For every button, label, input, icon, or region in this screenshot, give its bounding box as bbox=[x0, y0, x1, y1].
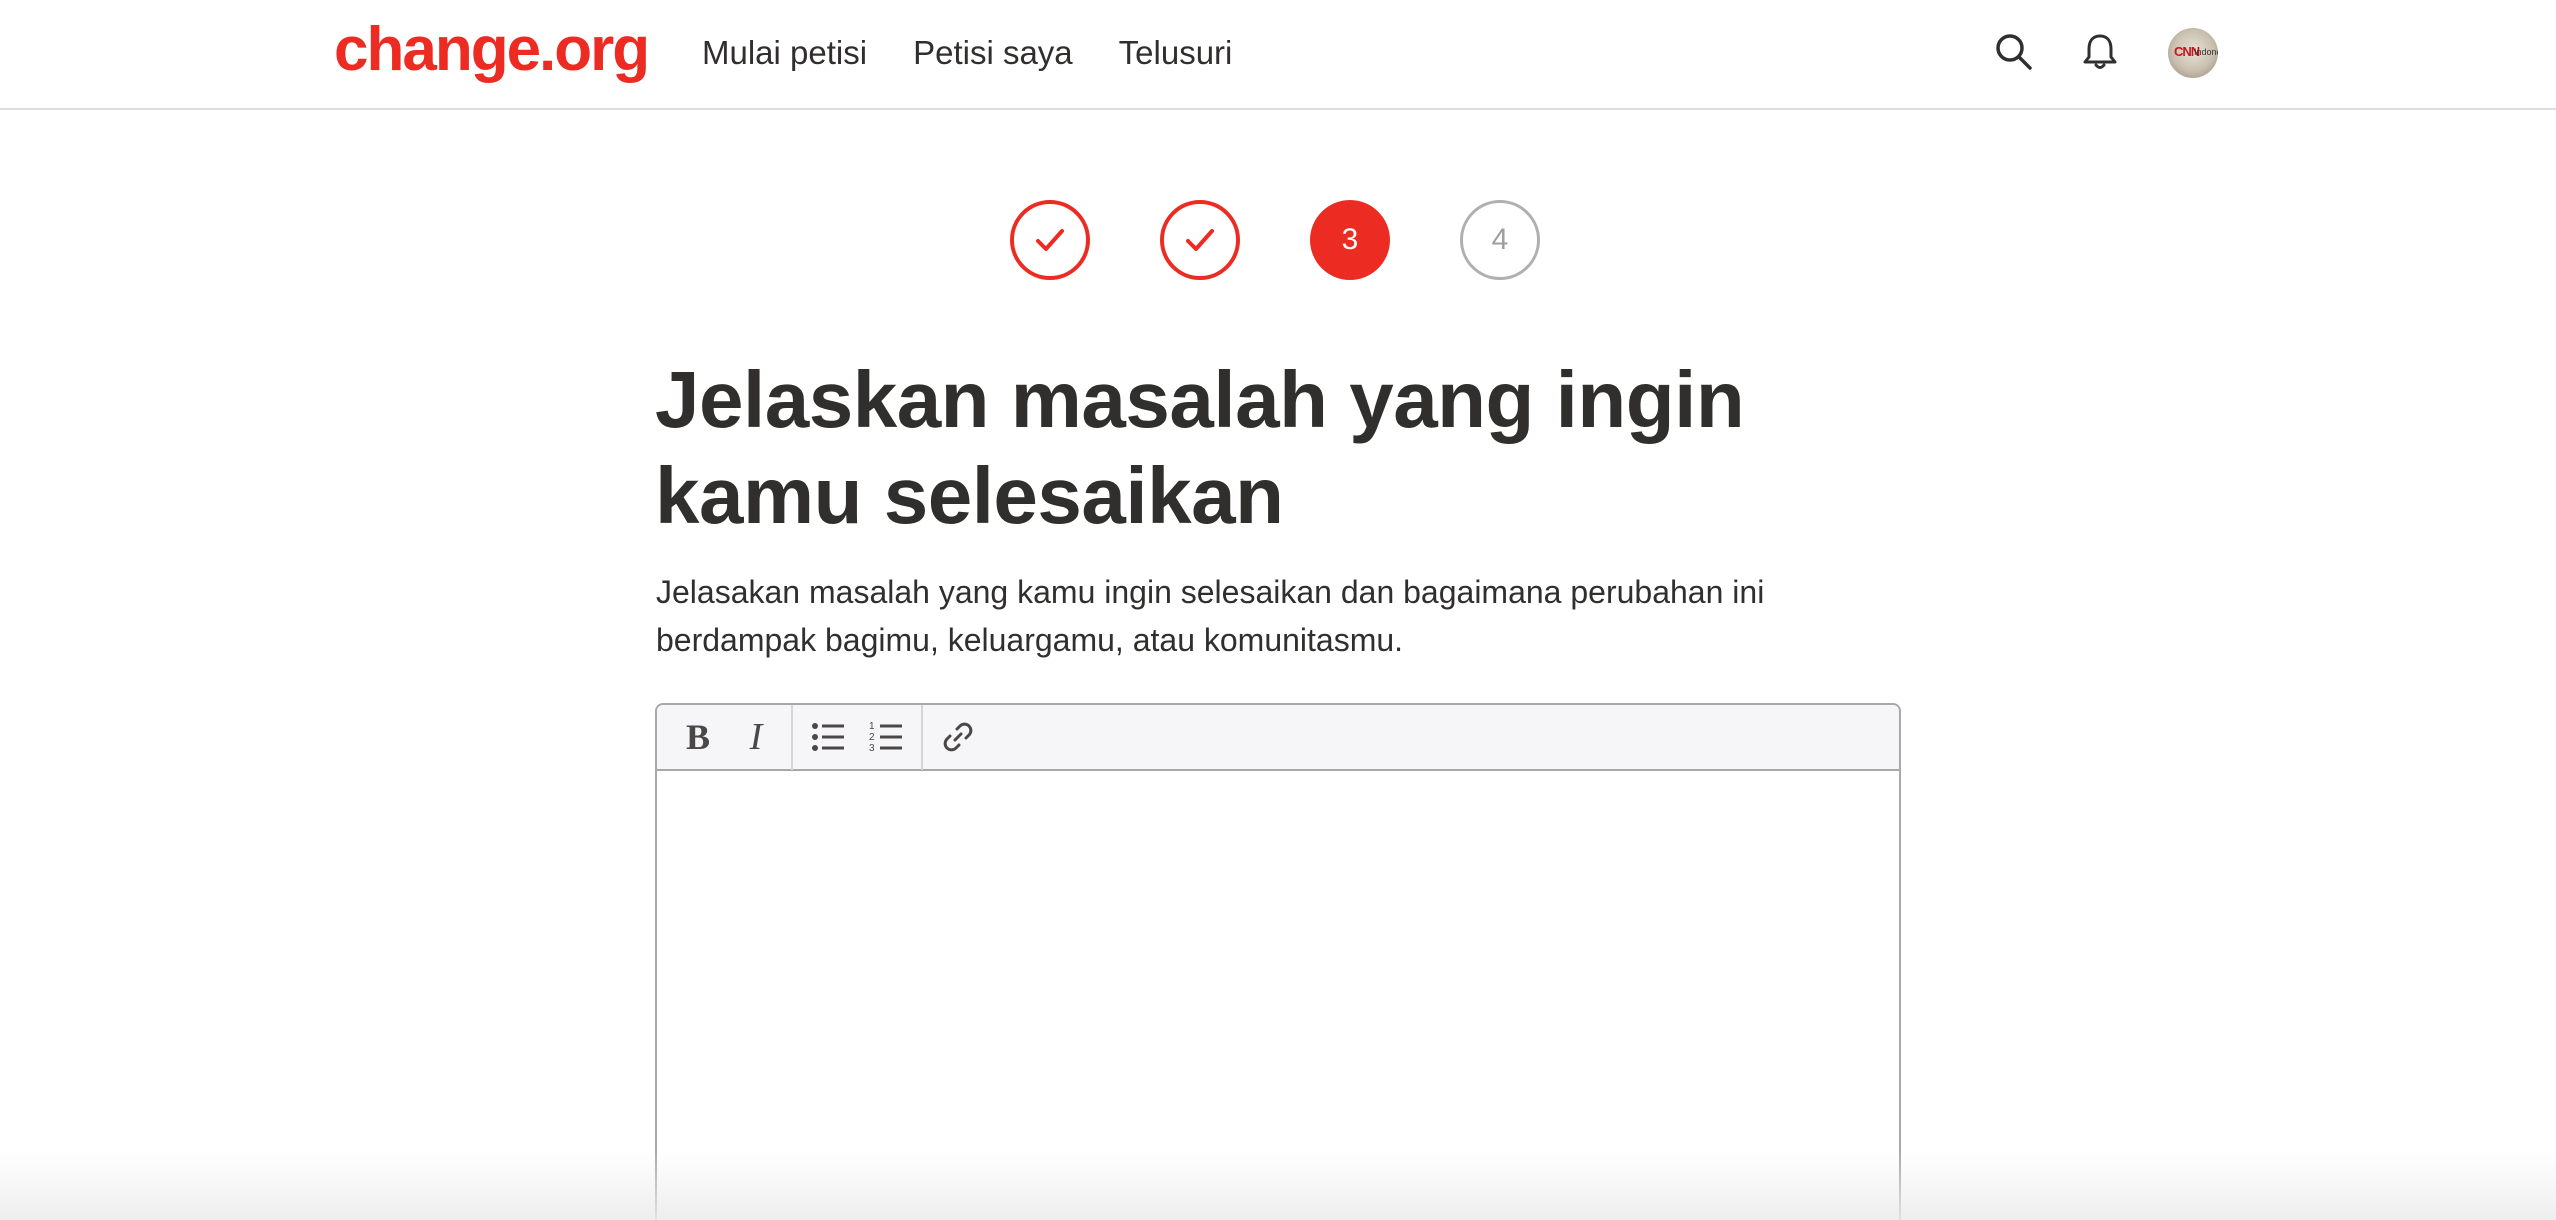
step-4-pending: 4 bbox=[1460, 200, 1540, 280]
nav-start-petition[interactable]: Mulai petisi bbox=[702, 30, 867, 76]
nav-my-petitions[interactable]: Petisi saya bbox=[913, 30, 1073, 76]
svg-text:1: 1 bbox=[869, 721, 875, 732]
page-description: Jelasakan masalah yang kamu ingin selesa… bbox=[656, 574, 1765, 658]
progress-steps: 3 4 bbox=[1010, 200, 1540, 280]
italic-button[interactable]: I bbox=[727, 710, 785, 764]
checkmark-icon bbox=[1186, 229, 1214, 251]
description-text-area[interactable] bbox=[657, 771, 1899, 1220]
bold-button[interactable]: B bbox=[669, 710, 727, 764]
change-org-logo[interactable]: change.org bbox=[334, 12, 650, 88]
avatar-text-indonesia: Indonesia bbox=[2194, 47, 2218, 57]
editor-toolbar: B I 1 2 3 bbox=[657, 705, 1899, 771]
bell-icon[interactable] bbox=[2078, 30, 2122, 74]
toolbar-group-lists: 1 2 3 bbox=[793, 705, 923, 770]
numbered-list-icon: 1 2 3 bbox=[869, 721, 902, 754]
page-title: Jelaskan masalah yang ingin kamu selesai… bbox=[655, 355, 1745, 540]
numbered-list-button[interactable]: 1 2 3 bbox=[857, 710, 915, 764]
top-navigation-bar: change.org Mulai petisi Petisi saya Telu… bbox=[0, 0, 2556, 110]
link-button[interactable] bbox=[929, 710, 987, 764]
checkmark-icon bbox=[1036, 229, 1064, 251]
petition-description-editor: B I 1 2 3 bbox=[655, 703, 1901, 1220]
user-avatar[interactable]: CNN Indonesia bbox=[2168, 28, 2218, 78]
main-nav: Mulai petisi Petisi saya Telusuri bbox=[702, 30, 1232, 76]
bold-icon: B bbox=[685, 717, 710, 757]
svg-text:2: 2 bbox=[869, 732, 875, 743]
toolbar-group-link bbox=[923, 705, 993, 770]
link-icon bbox=[943, 722, 973, 752]
search-icon[interactable] bbox=[1992, 30, 2036, 74]
bulleted-list-button[interactable] bbox=[799, 710, 857, 764]
svg-text:3: 3 bbox=[869, 743, 875, 754]
step-3-current: 3 bbox=[1310, 200, 1390, 280]
bulleted-list-icon bbox=[812, 723, 844, 751]
italic-icon: I bbox=[749, 716, 763, 758]
nav-browse[interactable]: Telusuri bbox=[1119, 30, 1233, 76]
toolbar-group-format: B I bbox=[663, 705, 793, 770]
step-2-complete[interactable] bbox=[1160, 200, 1240, 280]
step-1-complete[interactable] bbox=[1010, 200, 1090, 280]
